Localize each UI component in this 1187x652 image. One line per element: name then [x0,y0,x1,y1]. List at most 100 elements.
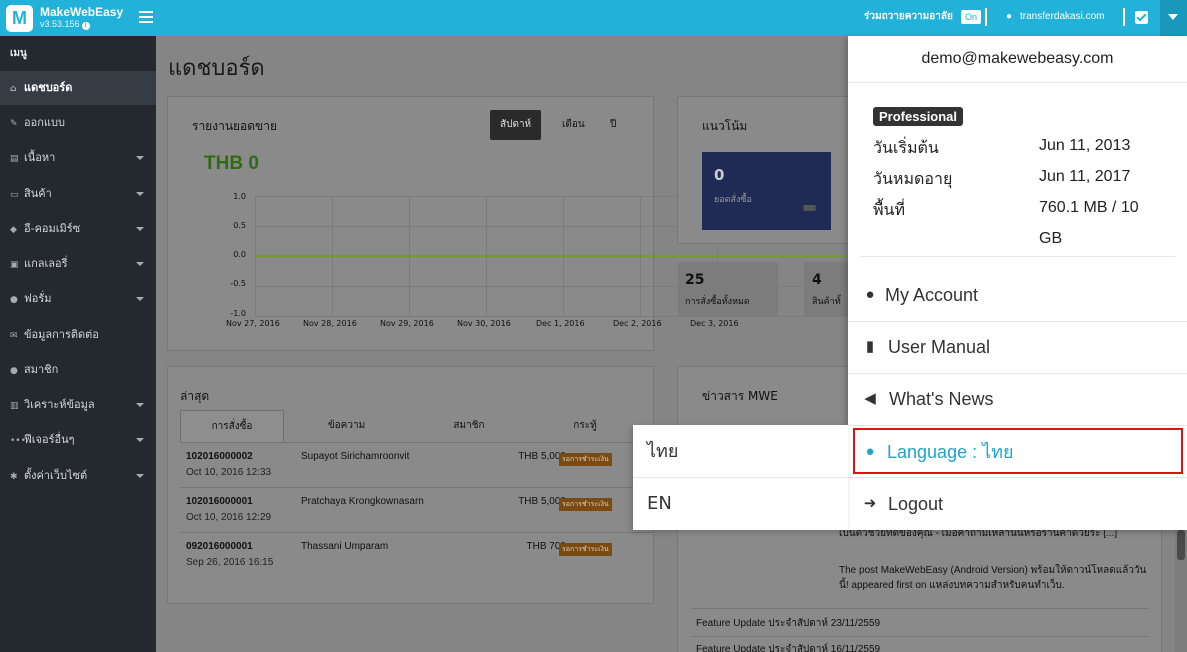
total-products-stat: 4 สินค้าทั้ [804,262,854,316]
cart-icon: ▬ [802,197,818,216]
whats-news-link[interactable]: ◀ What's News [848,373,1187,425]
tab-orders[interactable]: การสั่งซื้อ [180,410,284,442]
ellipsis-icon: ••• [10,436,26,446]
chevron-down-icon [136,438,144,442]
sidebar-item-ecommerce[interactable]: ◆ อี-คอมเมิร์ซ [0,212,156,246]
table-row[interactable]: 102016000001 Oct 10, 2016 12:29 Pratchay… [180,487,654,533]
status-badge: รอการชำระเงิน [559,453,612,466]
y-tick-label: 1.0 [233,192,246,201]
news-snippet: เป็นตัวช่วยที่ดีของคุณ - เมื่อคำถามเหล่า… [839,528,1118,539]
logout-link[interactable]: ➜ Logout [848,478,1187,530]
my-account-link[interactable]: ● My Account [848,269,1187,321]
brand-name: MakeWebEasy [40,5,124,19]
brush-icon: ✎ [10,119,18,129]
order-count-card[interactable]: 0 ยอดสั่งซื้อ ▬ [702,152,831,230]
sidebar-item-settings[interactable]: ✱ ตั้งค่าเว็บไซต์ [0,459,156,493]
series-line [255,255,845,257]
chevron-down-icon [136,262,144,266]
order-date: Oct 10, 2016 12:33 [186,467,272,478]
sales-report-title: รายงานยอดขาย [192,119,278,133]
chevron-down-icon [136,297,144,301]
page-title: แดชบอร์ด [168,56,265,81]
language-highlight [853,428,1183,474]
start-date-value: Jun 11, 2013 [1039,137,1131,154]
table-row[interactable]: 092016000001 Sep 26, 2016 16:15 Thassani… [180,532,654,578]
order-id[interactable]: 102016000001 [186,496,253,507]
tab-members[interactable]: สมาชิก [409,410,529,442]
language-option-thai[interactable]: ไทย [633,426,848,478]
x-tick-label: Dec 3, 2016 [690,319,739,328]
comments-icon: ● [10,295,18,305]
trend-title: แนวโน้ม [702,119,748,133]
chevron-down-icon [136,403,144,407]
x-tick-label: Nov 27, 2016 [226,319,280,328]
latest-title: ล่าสุด [180,389,210,403]
divider [1123,8,1125,26]
megaphone-icon: ◀ [864,390,876,407]
divider [848,82,1187,83]
language-submenu: ไทย EN [633,425,848,530]
sidebar-item-contact[interactable]: ✉ ข้อมูลการติดต่อ [0,318,156,352]
hamburger-menu-icon[interactable] [139,11,153,23]
sidebar-item-design[interactable]: ✎ ออกแบบ [0,106,156,140]
file-icon: ▤ [10,154,19,164]
divider [691,636,1149,637]
sidebar-item-analytics[interactable]: ▥ วิเคราะห์ข้อมูล [0,388,156,422]
scrollbar-thumb[interactable] [1177,530,1185,560]
menu-title: เมนู [10,48,27,59]
x-tick-label: Dec 1, 2016 [536,319,585,328]
news-link[interactable]: Feature Update ประจำสัปดาห์ 23/11/2559 [696,616,880,631]
gear-icon: ✱ [10,472,18,482]
tab-messages[interactable]: ข้อความ [284,410,409,442]
status-badge: รอการชำระเงิน [559,543,612,556]
y-tick-label: 0.5 [233,221,246,230]
plan-badge: Professional [873,107,964,126]
checkbox-icon[interactable] [1135,11,1148,24]
envelope-icon: ✉ [10,331,18,341]
sidebar: เมนู ⌂ แดชบอร์ด ✎ ออกแบบ ▤ เนื้อหา ▭ สินค้า … [0,36,156,652]
x-tick-label: Nov 30, 2016 [457,319,511,328]
x-tick-label: Nov 29, 2016 [380,319,434,328]
version-label: v3.53.156 i [40,19,90,30]
sidebar-item-products[interactable]: ▭ สินค้า [0,177,156,211]
divider [985,8,987,26]
space-value: 760.1 MB / 10 GB [1039,199,1139,247]
tab-month[interactable]: เดือน [552,110,595,140]
top-navbar: M MakeWebEasy v3.53.156 i ร่วมถวายความอาล… [0,0,1187,36]
tab-year[interactable]: ปี [600,110,626,140]
total-orders-stat: 25 การสั่งซื้อทั้งหมด [678,262,778,316]
sidebar-item-features[interactable]: •••ฟีเจอร์อื่นๆ [0,423,156,457]
expire-date-value: Jun 11, 2017 [1039,168,1131,185]
domain-link[interactable]: transferdakasi.com [1020,0,1104,36]
tab-week[interactable]: สัปดาห์ [490,110,542,140]
news-snippet: The post MakeWebEasy (Android Version) พ… [839,565,1147,591]
globe-icon: ● [1006,11,1013,22]
language-option-en[interactable]: EN [633,478,848,530]
order-date: Sep 26, 2016 16:15 [186,557,274,568]
order-id[interactable]: 102016000002 [186,451,253,462]
cart-icon: ▭ [10,190,19,200]
sidebar-item-members[interactable]: ● สมาชิก [0,353,156,387]
tab-topics[interactable]: กระทู้ [529,410,641,442]
charity-toggle[interactable]: On [961,10,982,24]
space-label: พื้นที่ [873,200,906,219]
sidebar-item-content[interactable]: ▤ เนื้อหา [0,141,156,175]
order-count-label: ยอดสั่งซื้อ [714,195,752,205]
logo[interactable]: M [6,5,33,32]
start-date-label: วันเริ่มต้น [873,138,939,157]
user-manual-link[interactable]: ▮ User Manual [848,321,1187,373]
account-dropdown-toggle[interactable] [1160,0,1187,36]
info-icon[interactable]: i [81,22,90,30]
order-id[interactable]: 092016000001 [186,541,253,552]
sales-total: THB 0 [204,153,259,174]
table-row[interactable]: 102016000002 Oct 10, 2016 12:33 Supayot … [180,442,654,488]
news-link[interactable]: Feature Update ประจำสัปดาห์ 16/11/2559 [696,642,880,652]
sidebar-item-forum[interactable]: ● ฟอรั่ม [0,282,156,316]
customer-name: Pratchaya Krongkownasarn [301,496,424,507]
y-tick-label: -0.5 [230,279,246,288]
expire-date-label: วันหมดอายุ [873,169,953,188]
sign-out-icon: ➜ [863,495,877,512]
order-date: Oct 10, 2016 12:29 [186,512,272,523]
sidebar-item-dashboard[interactable]: ⌂ แดชบอร์ด [0,71,156,105]
sidebar-item-gallery[interactable]: ▣ แกลเลอรี่ [0,247,156,281]
